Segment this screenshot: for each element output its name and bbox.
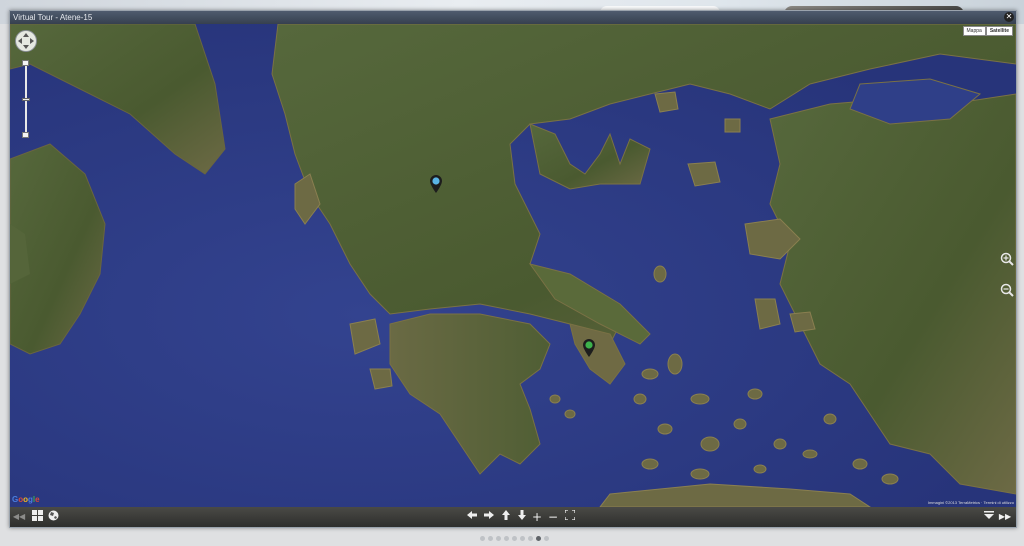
pager-dot[interactable] — [496, 536, 501, 541]
pager-dot[interactable] — [512, 536, 517, 541]
previous-button[interactable]: ◀◀ — [12, 510, 26, 524]
pan-right-icon[interactable] — [30, 38, 34, 44]
globe-map-icon[interactable] — [46, 510, 60, 524]
island-chios — [754, 298, 781, 330]
map-marker-athens-icon[interactable] — [583, 339, 595, 357]
pager-dot[interactable] — [480, 536, 485, 541]
pager-dot[interactable] — [528, 536, 533, 541]
window-titlebar: Virtual Tour - Atene-15 ✕ — [10, 11, 1016, 24]
zoom-slider-knob[interactable] — [22, 98, 30, 101]
pan-left-icon[interactable] — [18, 38, 22, 44]
pan-left-arrow-icon[interactable] — [465, 510, 479, 524]
island-samothrace — [724, 118, 741, 133]
zoom-slider[interactable] — [22, 60, 30, 138]
pager-dot-active[interactable] — [536, 536, 541, 541]
thumbnails-grid-icon[interactable] — [30, 510, 44, 524]
pager-dot[interactable] — [504, 536, 509, 541]
window-title: Virtual Tour - Atene-15 — [13, 13, 93, 22]
slider-zoom-out-button[interactable] — [22, 132, 29, 138]
map-copyright: Immagini ©2013 TerraMetrics · Termini di… — [927, 500, 1014, 505]
next-button[interactable]: ▶▶ — [998, 510, 1012, 524]
zoom-out-icon[interactable] — [1000, 283, 1014, 297]
pan-control[interactable] — [15, 30, 37, 52]
map-type-mappa[interactable]: Mappa — [962, 26, 986, 36]
island-samos — [789, 311, 816, 333]
tour-toolbar: ◀◀ + − ▶▶ — [10, 507, 1016, 527]
satellite-map[interactable]: Mappa Satellite Google Immagini ©2013 Te… — [10, 24, 1016, 507]
map-imagery — [10, 24, 1016, 507]
virtual-tour-window: Virtual Tour - Atene-15 ✕ Mappa Satellit… — [9, 10, 1017, 528]
pan-down-icon[interactable] — [23, 45, 29, 49]
dropdown-menu-icon[interactable] — [982, 510, 996, 524]
slider-zoom-in-button[interactable] — [22, 60, 29, 66]
close-icon[interactable]: ✕ — [1004, 12, 1014, 22]
map-type-satellite[interactable]: Satellite — [985, 26, 1013, 36]
pan-up-icon[interactable] — [23, 33, 29, 37]
fullscreen-icon[interactable] — [563, 510, 577, 524]
pager-dot[interactable] — [488, 536, 493, 541]
google-logo[interactable]: Google — [12, 495, 40, 504]
map-marker-north-icon[interactable] — [430, 175, 442, 193]
toolbar-zoom-out-button[interactable]: − — [546, 510, 560, 524]
toolbar-zoom-in-button[interactable]: + — [530, 510, 544, 524]
pager-dot[interactable] — [544, 536, 549, 541]
map-type-switcher: Mappa Satellite — [962, 26, 1013, 36]
pan-down-arrow-icon[interactable] — [515, 510, 529, 524]
pan-up-arrow-icon[interactable] — [499, 510, 513, 524]
pager-dot[interactable] — [520, 536, 525, 541]
pan-right-arrow-icon[interactable] — [482, 510, 496, 524]
zoom-in-icon[interactable] — [1000, 252, 1014, 266]
pager-dots — [480, 536, 549, 542]
